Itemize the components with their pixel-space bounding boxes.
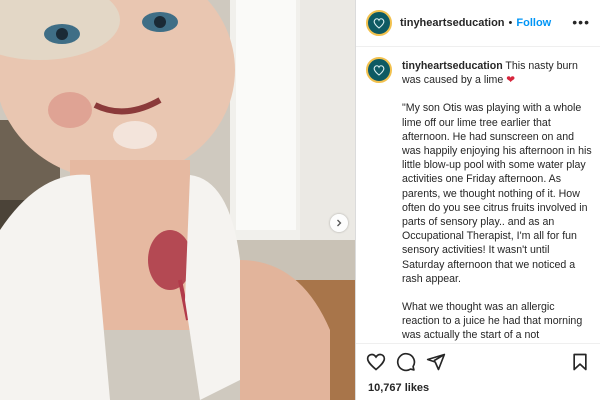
- caption-username[interactable]: tinyheartseducation: [402, 60, 503, 72]
- chevron-right-icon: [337, 219, 342, 227]
- heart-icon[interactable]: [366, 352, 386, 372]
- caption-avatar[interactable]: [366, 57, 392, 83]
- post-image[interactable]: [0, 0, 355, 400]
- likes-count[interactable]: 10,767 likes: [368, 382, 429, 394]
- username[interactable]: tinyheartseducation: [400, 17, 505, 29]
- heart-emoji-icon: ❤: [506, 74, 516, 87]
- caption-text: tinyheartseducation This nasty burn was …: [402, 59, 592, 343]
- heart-logo-icon: [373, 65, 385, 76]
- more-options-icon[interactable]: •••: [572, 15, 590, 29]
- avatar[interactable]: [366, 10, 392, 36]
- post-panel: tinyheartseducation • Follow ••• tinyhea…: [355, 0, 600, 400]
- caption-area: tinyheartseducation This nasty burn was …: [356, 47, 600, 343]
- heart-logo-icon: [373, 18, 385, 29]
- comment-icon[interactable]: [396, 352, 416, 372]
- caption-paragraph-2: What we thought was an allergic reaction…: [402, 301, 583, 342]
- follow-button[interactable]: Follow: [516, 17, 551, 29]
- bookmark-icon[interactable]: [570, 352, 590, 372]
- action-icons: [366, 352, 446, 372]
- separator: •: [508, 17, 513, 29]
- share-icon[interactable]: [426, 352, 446, 372]
- caption-paragraph-1: "My son Otis was playing with a whole li…: [402, 102, 592, 285]
- action-bar: 10,767 likes: [356, 343, 600, 401]
- post-header: tinyheartseducation • Follow •••: [356, 0, 600, 47]
- child-photo: [0, 0, 355, 400]
- next-image-button[interactable]: [330, 214, 348, 232]
- instagram-post: tinyheartseducation • Follow ••• tinyhea…: [0, 0, 600, 400]
